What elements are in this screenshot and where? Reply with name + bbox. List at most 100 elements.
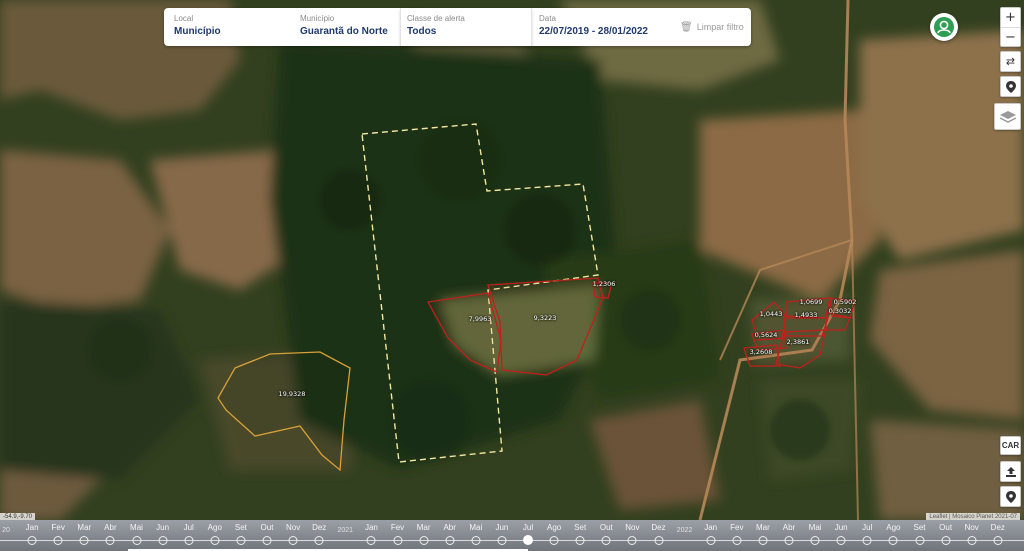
timeline-month-label: Nov <box>964 523 979 532</box>
timeline-month-label: Nov <box>625 523 640 532</box>
car-button[interactable]: CAR <box>1000 436 1021 455</box>
timeline-tick[interactable] <box>105 536 115 545</box>
satellite-map[interactable] <box>0 0 1024 551</box>
upload-button[interactable] <box>1000 461 1021 482</box>
local-select[interactable]: Local Município <box>174 8 294 46</box>
timeline-month-label: Jan <box>364 523 378 532</box>
timeline-tick[interactable] <box>967 536 977 545</box>
timeline-tick[interactable] <box>419 536 429 545</box>
timeline-month-label: Set <box>234 523 247 532</box>
timeline-tick[interactable] <box>862 536 872 545</box>
swap-layers-button[interactable]: ⇄ <box>1000 51 1021 72</box>
timeline-month-label: Mai <box>808 523 822 532</box>
polygon-label: 0,5624 <box>754 331 778 339</box>
timeline-tick[interactable] <box>627 536 637 545</box>
timeline-tick[interactable] <box>366 536 376 545</box>
timeline-month-label: Mar <box>416 523 431 532</box>
polygon-label: 2,3861 <box>786 338 810 346</box>
arrows-icon: ⇄ <box>1005 55 1016 68</box>
timeline-month-label: Abr <box>782 523 796 532</box>
date-range-picker[interactable]: Data 22/07/2019 - 28/01/2022 <box>539 8 669 46</box>
timeline-tick[interactable] <box>236 536 246 545</box>
timeline-tick[interactable] <box>888 536 898 545</box>
timeline-tick[interactable] <box>601 536 611 545</box>
timeline-month-label: Abr <box>443 523 456 532</box>
timeline-tick[interactable] <box>810 536 820 545</box>
municipio-value: Guarantã do Norte <box>300 26 388 37</box>
timeline-tick[interactable] <box>27 536 37 545</box>
classe-label: Classe de alerta <box>407 14 465 23</box>
classe-value: Todos <box>407 26 437 37</box>
user-icon <box>934 17 954 37</box>
timeline-month-label: Abr <box>104 523 117 532</box>
timeline-month-label: Jan <box>25 523 39 532</box>
classe-select[interactable]: Classe de alerta Todos <box>399 8 529 46</box>
local-label: Local <box>174 14 194 23</box>
locate-button[interactable] <box>1000 76 1021 97</box>
timeline-month-label: Set <box>913 523 926 532</box>
layers-button[interactable] <box>994 103 1021 130</box>
timeline-month-label: Dez <box>651 523 666 532</box>
timeline-tick[interactable] <box>549 536 559 545</box>
filter-bar: Local Município Município Guarantã do No… <box>164 8 751 46</box>
user-menu-button[interactable] <box>930 13 958 41</box>
timeline-tick[interactable] <box>784 536 794 545</box>
timeline-month-label: Set <box>574 523 587 532</box>
clear-filter-label: Limpar filtro <box>696 22 744 32</box>
zoom-in-button[interactable]: + <box>1001 8 1020 27</box>
timeline-tick[interactable] <box>471 536 481 545</box>
timeline-tick[interactable] <box>158 536 168 545</box>
timeline-month-label: Mai <box>469 523 483 532</box>
timeline-slider[interactable]: 20 Jan Fev Mar Abr Mai Jun Jul Ago Set Out Nov Dez 20… <box>0 520 1024 551</box>
timeline-tick[interactable] <box>53 536 63 545</box>
timeline-month-label: Dez <box>312 523 327 532</box>
map-pin-icon <box>1005 80 1016 93</box>
municipio-label: Município <box>300 14 335 23</box>
timeline-year-label: 20 <box>2 527 10 534</box>
timeline-tick[interactable] <box>445 536 455 545</box>
timeline-tick[interactable] <box>758 536 768 545</box>
polygon-label: 1,0699 <box>799 298 823 306</box>
clear-filter-button[interactable]: 🗑 Limpar filtro <box>680 22 744 33</box>
timeline-month-label: Fev <box>51 523 65 532</box>
timeline-tick[interactable] <box>575 536 585 545</box>
timeline-tick[interactable] <box>497 536 507 545</box>
timeline-year-label: 2021 <box>337 527 354 534</box>
timeline-tick[interactable] <box>915 536 924 545</box>
municipio-select[interactable]: Município Guarantã do Norte <box>300 8 396 46</box>
date-value: 22/07/2019 - 28/01/2022 <box>539 26 648 37</box>
timeline-tick[interactable] <box>288 536 298 545</box>
timeline-tick[interactable] <box>314 536 324 545</box>
timeline-month-label: Mar <box>756 523 770 532</box>
timeline-tick[interactable] <box>732 536 742 545</box>
timeline-tick[interactable] <box>184 536 194 545</box>
timeline-tick[interactable] <box>836 536 846 545</box>
timeline-tick[interactable] <box>993 536 1003 545</box>
timeline-tick[interactable] <box>393 536 402 545</box>
polygon-label: 1,4933 <box>794 311 818 319</box>
timeline-tick[interactable] <box>706 536 716 545</box>
upload-icon <box>1005 466 1016 477</box>
polygon-label: 0,3032 <box>828 307 852 315</box>
timeline-month-label: Ago <box>207 523 222 532</box>
timeline-tick[interactable] <box>262 536 272 545</box>
timeline-tick[interactable] <box>132 536 141 545</box>
timeline-month-label: Dez <box>990 523 1005 532</box>
timeline-month-label: Ago <box>886 523 901 532</box>
timeline-tick[interactable] <box>941 536 951 545</box>
timeline-month-label: Out <box>260 523 274 532</box>
timeline-month-label: Mai <box>130 523 143 532</box>
polygon-label: 19,9328 <box>278 390 306 398</box>
timeline-tick[interactable] <box>79 536 89 545</box>
location-pin-icon <box>1005 490 1016 503</box>
timeline-tick[interactable] <box>210 536 220 545</box>
zoom-out-button[interactable]: − <box>1001 27 1020 47</box>
timeline-tick[interactable] <box>654 536 663 545</box>
timeline-month-label: Jul <box>183 523 194 532</box>
timeline-month-label: Nov <box>285 523 301 532</box>
polygon-label: 0,5902 <box>833 298 857 306</box>
timeline-handle[interactable] <box>523 535 533 545</box>
marker-button[interactable] <box>1000 486 1021 507</box>
polygon-label: 9,3223 <box>533 314 557 322</box>
timeline-month-label: Mar <box>77 523 92 532</box>
